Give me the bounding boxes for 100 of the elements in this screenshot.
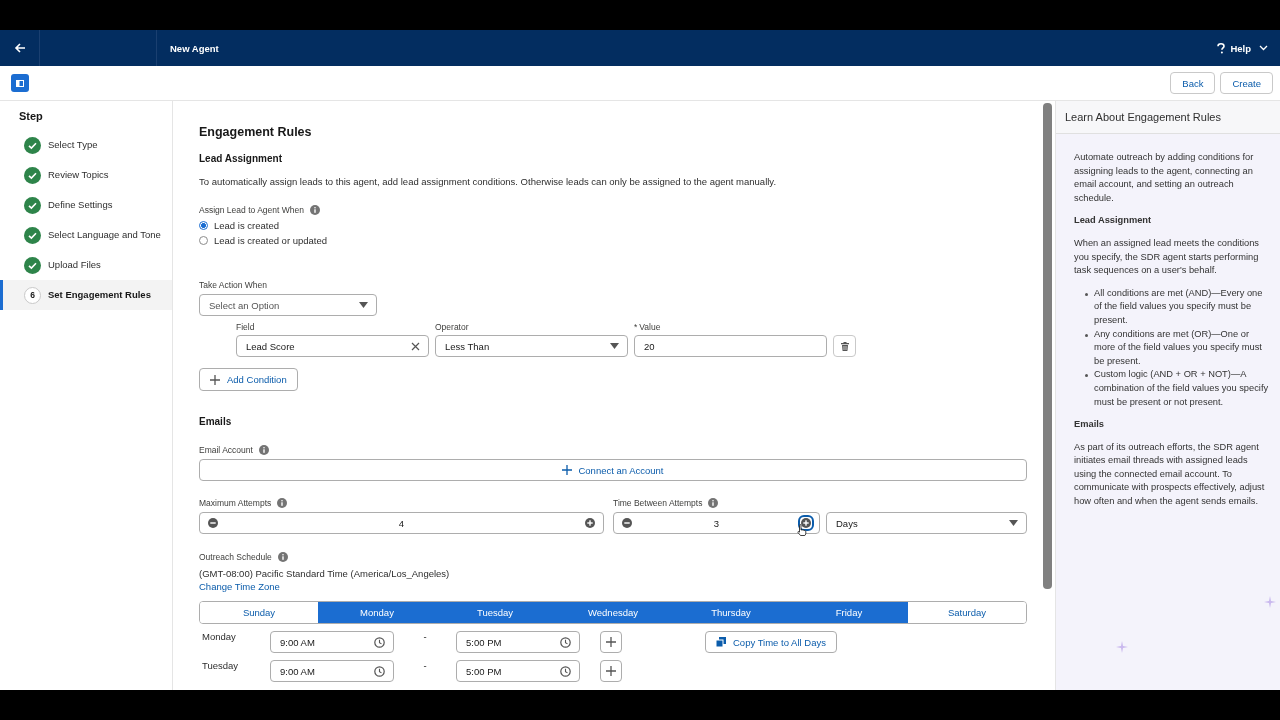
field-label: Field [236, 322, 255, 332]
panel-icon [16, 79, 24, 87]
copy-icon [716, 637, 726, 647]
check-circle-icon [24, 226, 41, 244]
help-paragraph: Automate outreach by adding conditions for assigning leads to the agent, connecting an email account, and setting an outreach schedule. [1074, 151, 1255, 205]
radio-label: Lead is created or updated [214, 234, 328, 246]
help-menu[interactable]: Help [1230, 42, 1251, 54]
delete-button[interactable] [833, 335, 856, 357]
day-toggle[interactable]: Wednesday [554, 602, 672, 623]
help-paragraph: As part of its outreach efforts, the SDR agent initiates email threads with assigned leads using the connected email account. To communicate with prospects effectively, adjust how often and when the agent sends emails. [1074, 440, 1266, 509]
field-label: Value [639, 322, 661, 332]
trash-icon [840, 341, 849, 351]
input-field[interactable]: 20 [634, 335, 827, 357]
time-field[interactable]: 9:00 AM [270, 631, 394, 653]
day-toggle[interactable]: Tuesday [436, 602, 554, 623]
info-icon [277, 552, 288, 562]
clock-icon [374, 665, 385, 677]
add-condition-button[interactable]: Add Condition [199, 368, 298, 391]
time-field[interactable]: 9:00 AM [270, 660, 394, 682]
clock-icon [560, 665, 571, 677]
check-circle-icon [24, 256, 41, 274]
range-separator: - [422, 660, 428, 671]
check-circle-icon [24, 166, 41, 184]
pointer-cursor-icon [797, 524, 807, 536]
bullet-text: Any conditions are met (OR)—One or more of the field values you specify must be present. [1094, 327, 1263, 368]
caret-icon [359, 302, 368, 308]
sparkle-icon [1116, 641, 1128, 653]
time-zone-text: (GMT-08:00) Pacific Standard Time (America/Los_Angeles) [199, 568, 451, 579]
panel-title: Learn About Engagement Rules [1056, 101, 1280, 134]
number-stepper[interactable]: 4 [199, 512, 604, 534]
day-label: Tuesday [201, 660, 240, 671]
copy-time-button[interactable]: Copy Time to All Days [705, 631, 837, 653]
minus-circle-icon [208, 518, 218, 528]
toolbar-button[interactable]: Create [1220, 72, 1273, 94]
step-item[interactable]: Review Topics [0, 160, 172, 190]
select-field[interactable]: Less Than [435, 335, 628, 357]
field-label: Take Action When [199, 279, 269, 291]
subsection-heading: Lead Assignment [199, 153, 283, 166]
help-heading: Emails [1074, 418, 1105, 432]
back-arrow-icon[interactable] [13, 43, 26, 53]
sidebar-toggle-button[interactable] [11, 74, 29, 92]
field-label: Outreach Schedule [199, 552, 272, 562]
add-time-button[interactable] [600, 660, 622, 682]
chevron-down-icon [1259, 45, 1268, 51]
check-circle-icon [24, 136, 41, 154]
range-separator: - [422, 631, 428, 642]
step-item[interactable]: 6 Set Engagement Rules [0, 280, 172, 310]
help-icon [1217, 42, 1226, 54]
step-item[interactable]: Select Language and Tone [0, 220, 172, 250]
select-field[interactable]: Days [826, 512, 1027, 534]
plus-circle-icon [585, 518, 595, 528]
select-field[interactable]: Select an Option [199, 294, 377, 316]
plus-icon [210, 374, 220, 385]
clear-icon [411, 341, 420, 351]
sparkle-icon [1264, 596, 1276, 608]
subsection-heading: Emails [199, 416, 233, 429]
radio-label: Lead is created [214, 219, 279, 231]
required-mark: * [634, 322, 638, 332]
bullet-icon [1085, 333, 1088, 337]
day-toggle[interactable]: Friday [790, 602, 908, 623]
field-label: Operator [435, 322, 469, 332]
step-number: 6 [24, 286, 41, 304]
step-item[interactable]: Upload Files [0, 250, 172, 280]
time-field[interactable]: 5:00 PM [456, 660, 580, 682]
time-field[interactable]: 5:00 PM [456, 631, 580, 653]
add-time-button[interactable] [600, 631, 622, 653]
info-icon [258, 445, 269, 455]
number-stepper[interactable]: 3 [613, 512, 820, 534]
plus-icon [606, 666, 616, 676]
radio-button[interactable] [199, 235, 208, 245]
clock-icon [560, 636, 571, 648]
field-label: Email Account [199, 445, 253, 455]
plus-icon [606, 637, 616, 647]
toolbar-button[interactable]: Back [1170, 72, 1216, 94]
change-time-zone-link[interactable]: Change Time Zone [199, 581, 280, 592]
bullet-icon [1085, 374, 1088, 378]
lookup-field[interactable]: Lead Score [236, 335, 429, 357]
step-item[interactable]: Define Settings [0, 190, 172, 220]
field-label: Maximum Attempts [199, 498, 272, 508]
page-title: New Agent [170, 42, 219, 54]
step-item[interactable]: Select Type [0, 130, 172, 160]
check-circle-icon [24, 196, 41, 214]
day-toggle[interactable]: Thursday [672, 602, 790, 623]
caret-icon [1009, 520, 1018, 526]
help-paragraph: When an assigned lead meets the conditions you specify, the SDR agent starts performing task sequences on a user's behalf. [1074, 236, 1261, 278]
bullet-text: All conditions are met (AND)—Every one of the field values you specify must be present. [1094, 286, 1264, 327]
day-toggle[interactable]: Monday [318, 602, 436, 623]
clock-icon [374, 636, 385, 648]
plus-icon [562, 465, 573, 475]
connect-account-button[interactable]: Connect an Account [199, 459, 1027, 481]
field-label: Time Between Attempts [613, 498, 703, 508]
bullet-text: Custom logic (AND + OR + NOT)—A combination of the field values you specify must be present or not present. [1094, 368, 1270, 409]
caret-icon [610, 343, 619, 349]
help-heading: Lead Assignment [1074, 214, 1153, 228]
bullet-icon [1085, 292, 1088, 296]
field-label: Assign Lead to Agent When [199, 205, 304, 215]
radio-button[interactable] [199, 220, 208, 230]
description-text: To automatically assign leads to this agent, add lead assignment conditions. Otherwise leads can only be assigned to the agent manually. [199, 176, 778, 187]
plus-circle-icon [801, 518, 811, 528]
info-icon [277, 498, 288, 508]
